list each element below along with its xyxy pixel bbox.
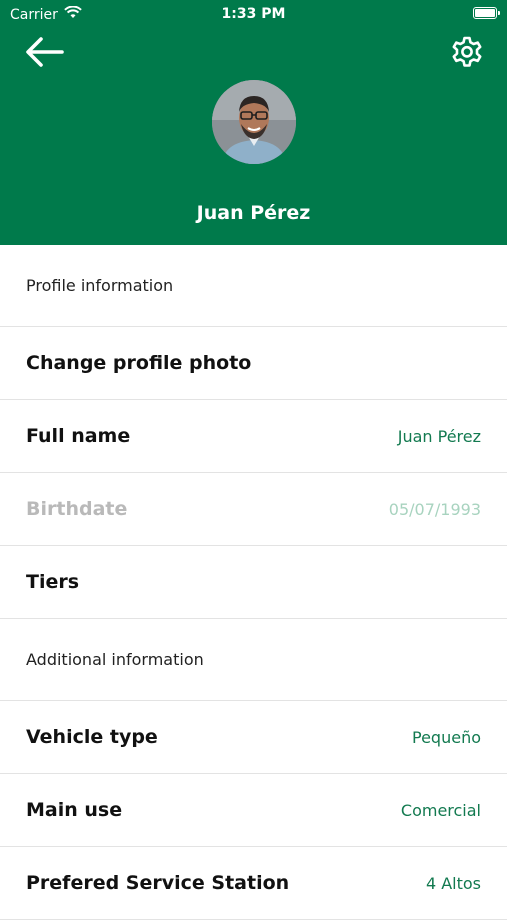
row-change-profile-photo[interactable]: Change profile photo [0, 327, 507, 400]
row-value: Juan Pérez [397, 426, 481, 446]
profile-name: Juan Pérez [196, 202, 311, 224]
row-birthdate: Birthdate 05/07/1993 [0, 473, 507, 546]
back-button[interactable] [22, 34, 66, 70]
section-header-profile: Profile information [0, 245, 507, 327]
row-main-use[interactable]: Main use Comercial [0, 774, 507, 847]
settings-list: Profile information Change profile photo… [0, 245, 507, 920]
avatar [212, 80, 296, 164]
profile-header: Carrier 1:33 PM Juan Pérez [0, 0, 507, 245]
gear-icon [452, 36, 482, 67]
row-label: Vehicle type [26, 726, 158, 748]
row-preferred-service-station[interactable]: Prefered Service Station 4 Altos [0, 847, 507, 920]
row-label: Prefered Service Station [26, 872, 290, 894]
row-value: 4 Altos [425, 873, 481, 893]
settings-button[interactable] [449, 34, 485, 70]
status-bar: Carrier 1:33 PM [0, 0, 507, 28]
row-label: Tiers [26, 571, 80, 593]
row-value: Pequeño [412, 727, 481, 747]
row-value: 05/07/1993 [388, 499, 481, 519]
battery-icon [473, 7, 500, 19]
row-label: Main use [26, 799, 123, 821]
row-label: Birthdate [26, 498, 128, 520]
row-tiers[interactable]: Tiers [0, 546, 507, 619]
row-value: Comercial [400, 800, 481, 820]
status-time: 1:33 PM [221, 6, 286, 22]
row-label: Full name [26, 425, 131, 447]
row-full-name[interactable]: Full name Juan Pérez [0, 400, 507, 473]
row-vehicle-type[interactable]: Vehicle type Pequeño [0, 701, 507, 774]
row-label: Change profile photo [26, 352, 252, 374]
arrow-left-icon [26, 37, 64, 67]
section-header-additional: Additional information [0, 619, 507, 701]
